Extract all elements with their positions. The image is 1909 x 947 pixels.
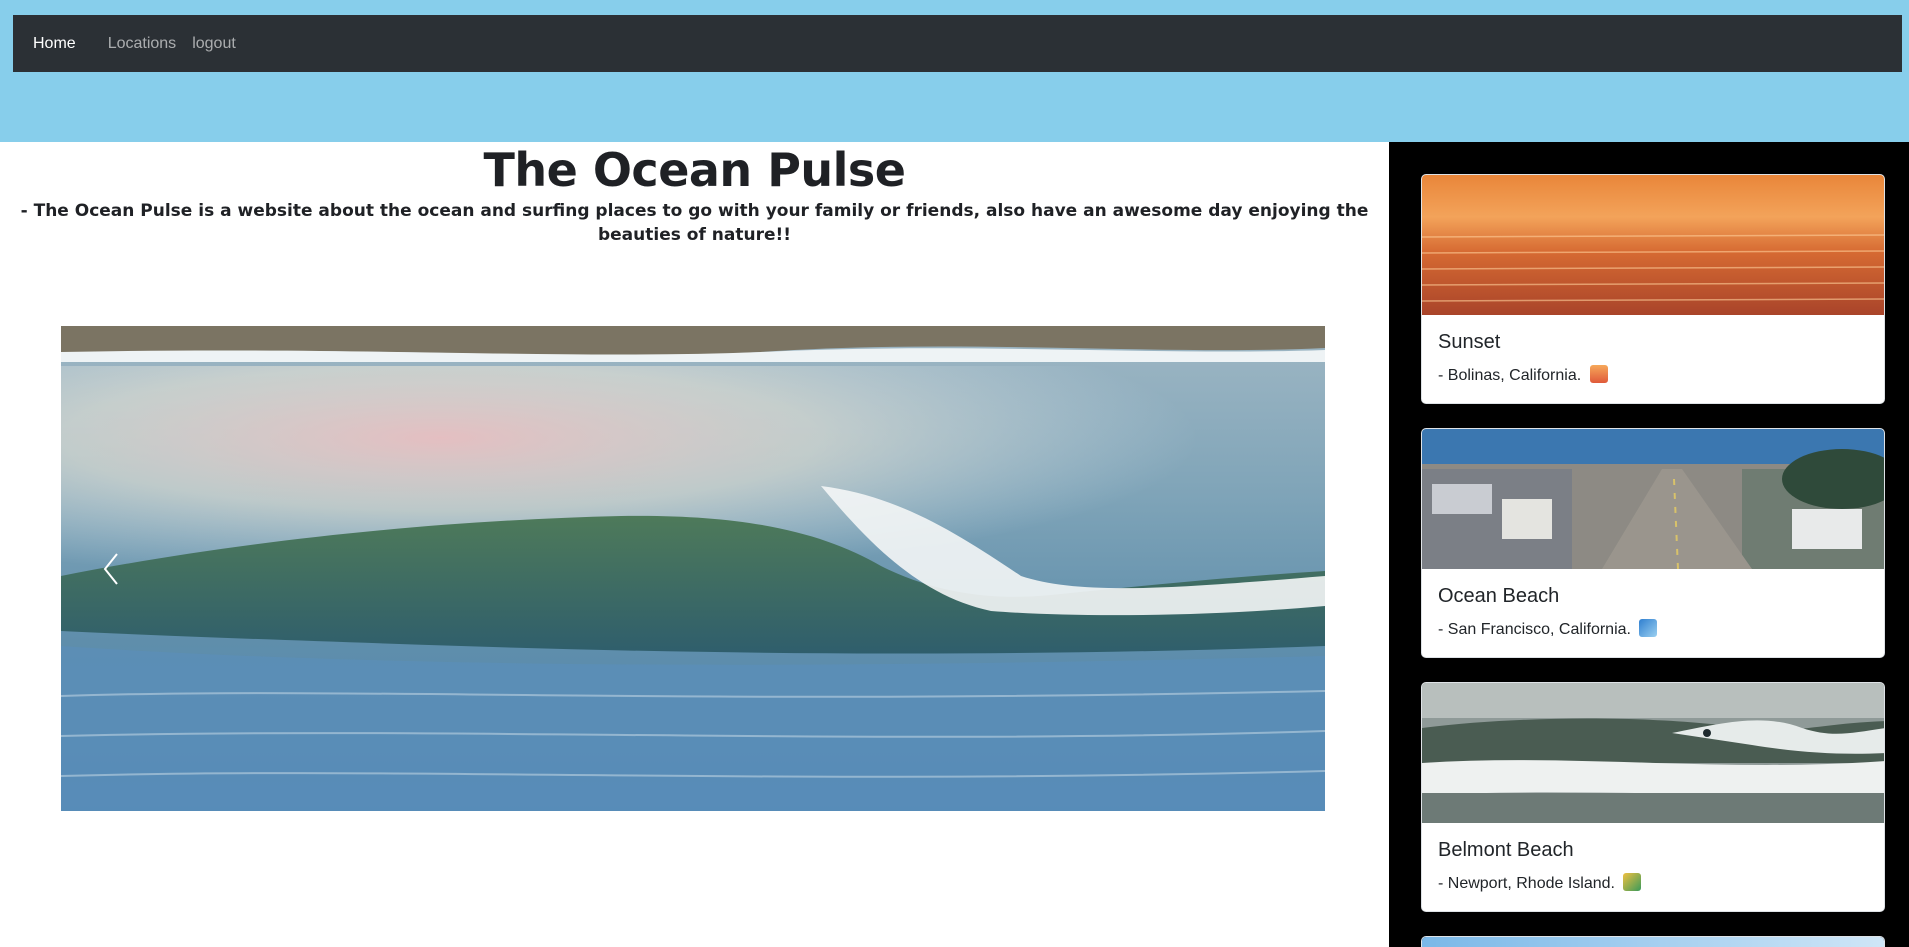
location-card[interactable] bbox=[1421, 936, 1885, 947]
location-place: - Newport, Rhode Island. bbox=[1438, 875, 1615, 892]
nav-logout-link[interactable]: logout bbox=[192, 35, 236, 53]
carousel-wave-image bbox=[61, 326, 1325, 811]
surfer-emoji-icon bbox=[1623, 873, 1642, 891]
sunset-card-image bbox=[1422, 175, 1884, 315]
next-card-image bbox=[1422, 937, 1884, 947]
ocean-beach-card-image bbox=[1422, 429, 1884, 569]
location-name: Sunset bbox=[1438, 331, 1501, 353]
location-description: - Newport, Rhode Island. bbox=[1438, 873, 1868, 894]
location-place: - Bolinas, California. bbox=[1438, 367, 1582, 384]
belmont-beach-card-image bbox=[1422, 683, 1884, 823]
hero-carousel[interactable] bbox=[61, 326, 1325, 811]
page-title: The Ocean Pulse bbox=[483, 143, 906, 197]
sunset-emoji-icon bbox=[1589, 365, 1608, 383]
top-navbar: Home Locations logout bbox=[13, 15, 1902, 72]
location-place: - San Francisco, California. bbox=[1438, 621, 1631, 638]
location-description: - San Francisco, California. bbox=[1438, 619, 1868, 640]
location-card[interactable]: Ocean Beach - San Francisco, California. bbox=[1421, 428, 1885, 658]
location-name: Belmont Beach bbox=[1438, 839, 1574, 861]
carousel-prev-button[interactable] bbox=[81, 326, 141, 811]
wave-emoji-icon bbox=[1639, 619, 1658, 637]
locations-sidebar: Sunset - Bolinas, California. Ocean Beac… bbox=[1389, 142, 1909, 947]
chevron-left-icon bbox=[103, 552, 118, 585]
nav-locations-link[interactable]: Locations bbox=[108, 35, 177, 53]
location-description: - Bolinas, California. bbox=[1438, 365, 1868, 386]
location-name: Ocean Beach bbox=[1438, 585, 1560, 607]
main-content: The Ocean Pulse - The Ocean Pulse is a w… bbox=[0, 142, 1389, 947]
location-card[interactable]: Belmont Beach - Newport, Rhode Island. bbox=[1421, 682, 1885, 912]
page-subtitle: - The Ocean Pulse is a website about the… bbox=[20, 201, 1369, 245]
nav-home-link[interactable]: Home bbox=[33, 35, 76, 53]
location-card[interactable]: Sunset - Bolinas, California. bbox=[1421, 174, 1885, 404]
